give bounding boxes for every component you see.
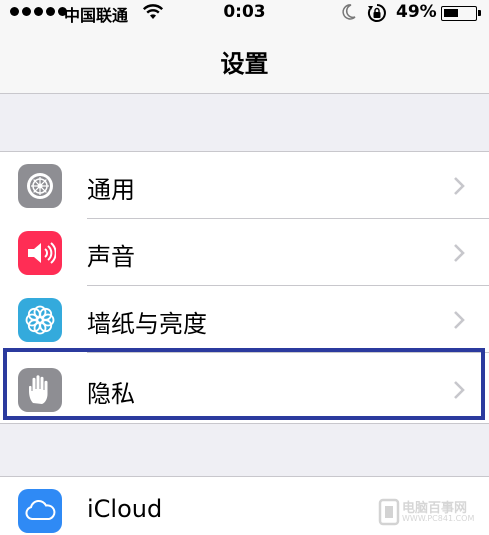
flower-icon (18, 298, 62, 342)
chevron-right-icon (454, 244, 465, 262)
settings-row-wallpaper-brightness[interactable]: 墙纸与亮度 (0, 286, 489, 353)
settings-row-label: 通用 (87, 176, 135, 204)
privacy-highlight-box (3, 348, 485, 420)
chevron-right-icon (454, 311, 465, 329)
site-watermark: 电脑百事网 WWW.PC841.COM (378, 496, 486, 530)
watermark-logo-icon (378, 498, 400, 526)
status-bar: 中国联通 0:03 49% (0, 0, 489, 26)
rotation-lock-icon (367, 3, 387, 28)
settings-row-general[interactable]: 通用 (0, 152, 489, 219)
navigation-bar: 设置 (0, 26, 489, 94)
chevron-right-icon (454, 177, 465, 195)
settings-row-label: 声音 (87, 243, 135, 271)
settings-row-label: iCloud (87, 495, 163, 523)
cloud-icon (18, 489, 62, 533)
do-not-disturb-icon (341, 3, 357, 26)
watermark-url: WWW.PC841.COM (402, 514, 475, 523)
page-title: 设置 (220, 50, 269, 78)
gear-icon (18, 164, 62, 208)
battery-percent: 49% (396, 2, 437, 22)
speaker-icon (18, 231, 62, 275)
settings-row-sounds[interactable]: 声音 (0, 219, 489, 286)
battery-icon (441, 6, 481, 21)
settings-row-label: 墙纸与亮度 (87, 310, 207, 338)
